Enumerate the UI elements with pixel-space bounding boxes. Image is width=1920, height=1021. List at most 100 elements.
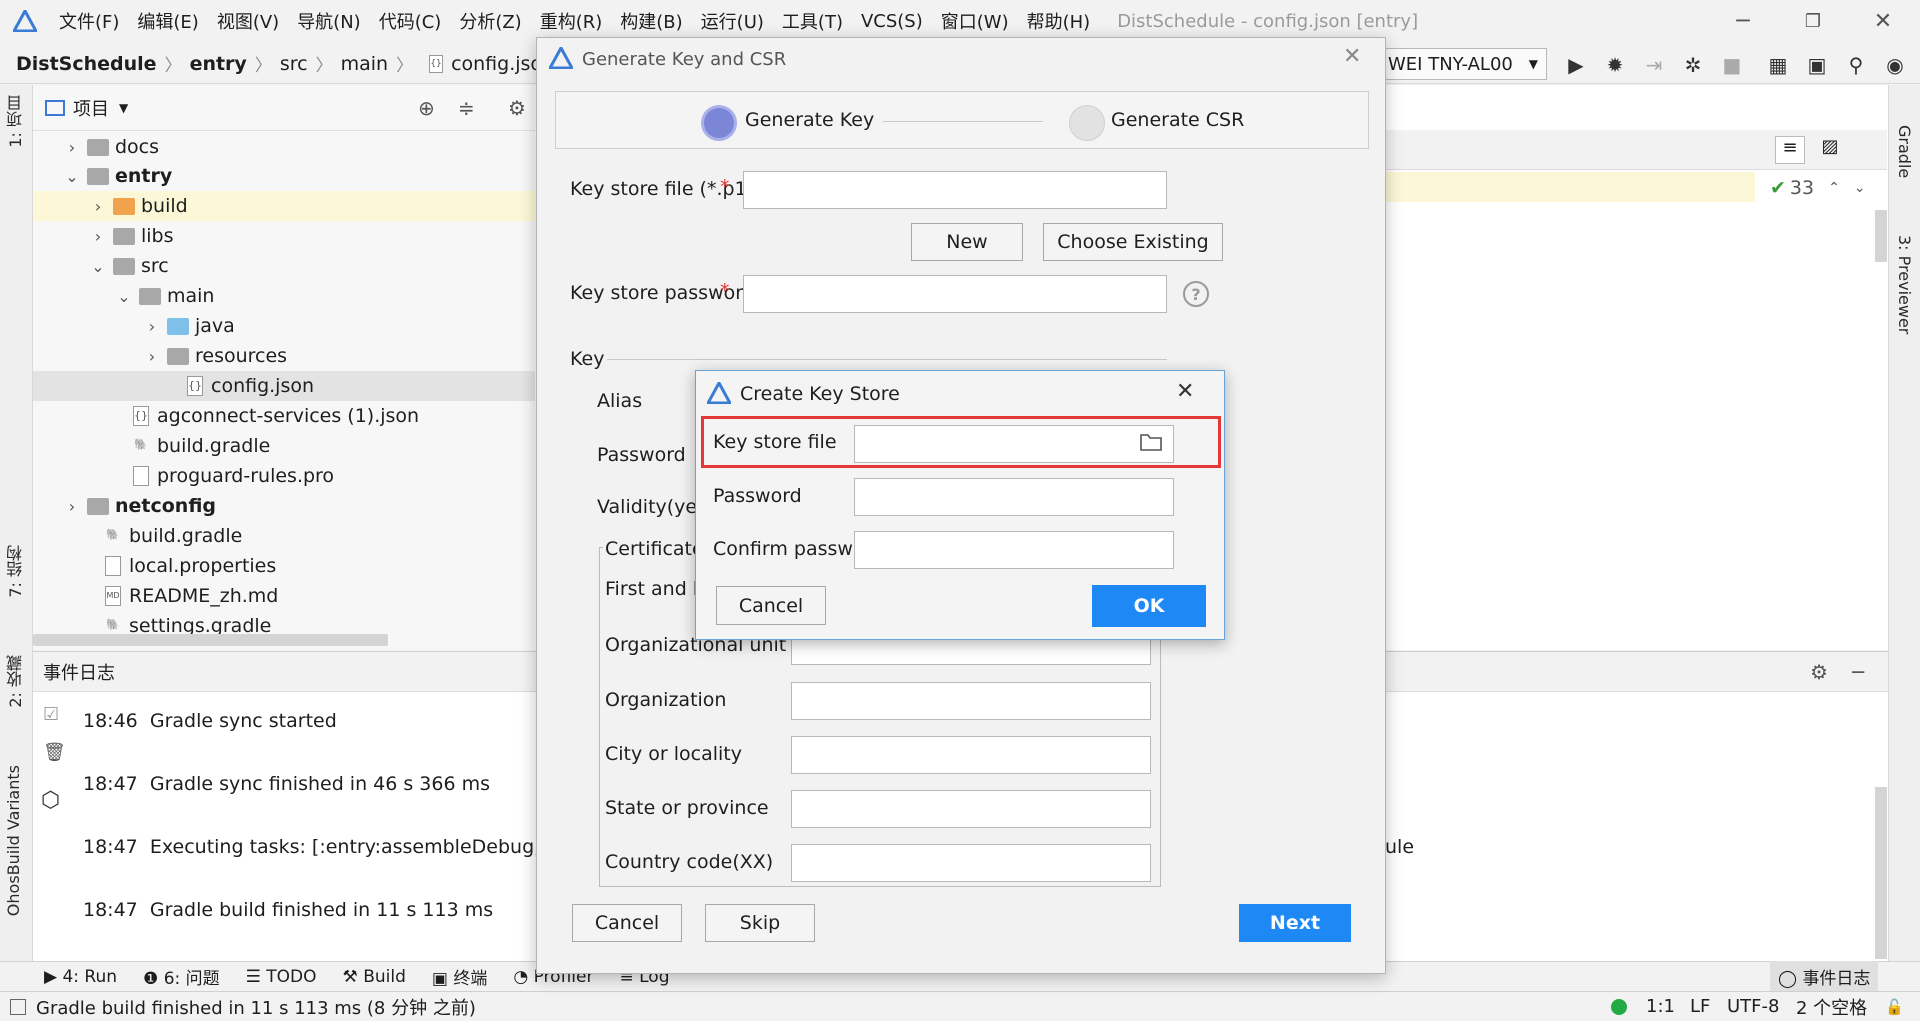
event-log-tab[interactable]: ◯ 事件日志 — [1770, 961, 1879, 992]
menu-help[interactable]: 帮助(H) — [1018, 8, 1100, 34]
new-keystore-button[interactable]: New — [911, 223, 1023, 261]
settings-badge-icon[interactable]: ⬡ — [41, 788, 60, 813]
menu-analyze[interactable]: 分析(Z) — [450, 8, 530, 34]
project-structure-icon[interactable]: ▦ — [1765, 52, 1791, 78]
organization-input[interactable] — [791, 682, 1151, 720]
menu-tools[interactable]: 工具(T) — [773, 8, 852, 34]
menu-window[interactable]: 窗口(W) — [932, 8, 1018, 34]
attach-debugger-icon[interactable]: ⇥ — [1641, 52, 1667, 78]
menu-view[interactable]: 视图(V) — [208, 8, 288, 34]
skip-button[interactable]: Skip — [705, 904, 815, 942]
chevron-down-icon[interactable]: ⌄ — [1854, 180, 1866, 196]
tree-item-netconfig[interactable]: › netconfig — [33, 491, 535, 521]
breadcrumb-main[interactable]: main — [341, 53, 388, 75]
next-button[interactable]: Next — [1239, 904, 1351, 942]
variants-tool-tab[interactable]: OhosBuild Variants — [4, 765, 23, 916]
breadcrumb-src[interactable]: src — [280, 53, 308, 75]
run-icon[interactable]: ▶ — [1563, 52, 1589, 78]
tree-item-main[interactable]: ⌄ main — [33, 281, 535, 311]
menu-vcs[interactable]: VCS(S) — [852, 11, 932, 32]
dropdown-arrow-icon[interactable]: ▼ — [119, 101, 128, 115]
tree-item-entry[interactable]: ⌄ entry — [33, 161, 535, 191]
chevron-up-icon[interactable]: ⌃ — [1828, 180, 1840, 196]
keystore-password-input[interactable] — [743, 275, 1167, 313]
line-separator[interactable]: LF — [1690, 996, 1710, 1017]
gear-icon[interactable]: ⚙ — [1810, 660, 1828, 684]
keystore-file-path-input[interactable] — [854, 425, 1174, 463]
close-icon[interactable]: ✕ — [1343, 44, 1361, 69]
ks-password-input[interactable] — [854, 478, 1174, 516]
device-selector[interactable]: WEI TNY-AL00 ▼ — [1383, 48, 1547, 80]
log-scrollbar[interactable] — [1875, 787, 1887, 959]
favorites-tool-tab[interactable]: 2: 收藏 — [4, 655, 28, 708]
project-tool-tab[interactable]: 1: 项目 — [4, 95, 28, 148]
breadcrumb-entry[interactable]: entry — [190, 53, 247, 75]
lock-icon[interactable]: 🔓 — [1885, 998, 1904, 1016]
tree-item-build[interactable]: › build — [33, 191, 535, 221]
run-tab[interactable]: ▶ 4: Run — [44, 967, 117, 987]
ks-confirm-input[interactable] — [854, 531, 1174, 569]
menu-build[interactable]: 构建(B) — [611, 8, 691, 34]
tree-item-libs[interactable]: › libs — [33, 221, 535, 251]
build-tab[interactable]: ⚒ Build — [343, 967, 406, 987]
menu-code[interactable]: 代码(C) — [370, 8, 451, 34]
terminal-tab[interactable]: ▣ 终端 — [432, 964, 487, 989]
close-icon[interactable]: ✕ — [1176, 379, 1194, 404]
stop-icon[interactable]: ■ — [1719, 52, 1745, 78]
todo-tab[interactable]: ☰ TODO — [246, 967, 317, 987]
toggle-tool-windows-icon[interactable] — [10, 998, 26, 1015]
folder-icon[interactable] — [1139, 431, 1163, 458]
text-view-icon[interactable]: ≡ — [1775, 136, 1805, 164]
close-window-icon[interactable]: ✕ — [1845, 0, 1920, 42]
tree-item-readme[interactable]: MD README_zh.md — [33, 581, 535, 611]
tree-item-agconnect[interactable]: {} agconnect-services (1).json — [33, 401, 535, 431]
locate-icon[interactable]: ⊕ — [418, 96, 435, 120]
caret-position[interactable]: 1:1 — [1646, 996, 1675, 1017]
menu-refactor[interactable]: 重构(R) — [531, 8, 612, 34]
previewer-tool-tab[interactable]: 3: Previewer — [1895, 235, 1914, 334]
tree-item-resources[interactable]: › resources — [33, 341, 535, 371]
trash-icon[interactable]: 🗑 — [43, 742, 66, 763]
gradle-tool-tab[interactable]: Gradle — [1895, 125, 1914, 178]
restore-icon[interactable]: ❐ — [1775, 0, 1851, 42]
tree-item-proguard[interactable]: proguard-rules.pro — [33, 461, 535, 491]
tree-item-docs[interactable]: › docs — [33, 132, 535, 162]
menu-file[interactable]: 文件(F) — [50, 8, 128, 34]
keystore-file-input[interactable] — [743, 171, 1167, 209]
tree-item-build-gradle[interactable]: 🐘 build.gradle — [33, 431, 535, 461]
tree-item-root-build-gradle[interactable]: 🐘 build.gradle — [33, 521, 535, 551]
hide-panel-icon[interactable]: ─ — [1852, 660, 1864, 684]
inspection-widget[interactable]: ✔ 33 ⌃ ⌄ — [1770, 177, 1866, 199]
ks-cancel-button[interactable]: Cancel — [716, 586, 826, 625]
mark-read-icon[interactable]: ☑ — [43, 704, 59, 725]
tree-item-src[interactable]: ⌄ src — [33, 251, 535, 281]
problems-tab[interactable]: ❶ 6: 问题 — [143, 964, 220, 989]
preview-image-icon[interactable]: ▨ — [1815, 136, 1845, 164]
device-manager-icon[interactable]: ▣ — [1804, 52, 1830, 78]
help-icon[interactable]: ? — [1183, 281, 1209, 307]
profile-icon[interactable]: ✲ — [1680, 52, 1706, 78]
structure-tool-tab[interactable]: 7: 结构 — [4, 545, 28, 598]
tree-item-config-json[interactable]: {} config.json — [33, 371, 535, 401]
status-message[interactable]: Gradle build finished in 11 s 113 ms (8 … — [36, 994, 476, 1020]
file-encoding[interactable]: UTF-8 — [1727, 996, 1779, 1017]
horizontal-scrollbar[interactable] — [33, 634, 388, 646]
indent-setting[interactable]: 2 个空格 — [1796, 994, 1867, 1020]
choose-existing-button[interactable]: Choose Existing — [1043, 223, 1223, 261]
ks-ok-button[interactable]: OK — [1092, 585, 1206, 627]
tree-item-local-properties[interactable]: local.properties — [33, 551, 535, 581]
gear-icon[interactable]: ⚙ — [508, 96, 526, 120]
state-input[interactable] — [791, 790, 1151, 828]
minimize-icon[interactable]: ─ — [1705, 0, 1781, 42]
collapse-all-icon[interactable]: ≑ — [458, 96, 475, 120]
editor-scrollbar[interactable] — [1875, 210, 1887, 262]
search-icon[interactable]: ⚲ — [1843, 52, 1869, 78]
account-icon[interactable]: ◉ — [1882, 52, 1908, 78]
menu-navigate[interactable]: 导航(N) — [288, 8, 370, 34]
city-input[interactable] — [791, 736, 1151, 774]
breadcrumb-project[interactable]: DistSchedule — [16, 53, 157, 75]
project-panel-title[interactable]: 项目 — [73, 95, 109, 121]
cancel-button[interactable]: Cancel — [572, 904, 682, 942]
country-code-input[interactable] — [791, 844, 1151, 882]
menu-edit[interactable]: 编辑(E) — [128, 8, 207, 34]
